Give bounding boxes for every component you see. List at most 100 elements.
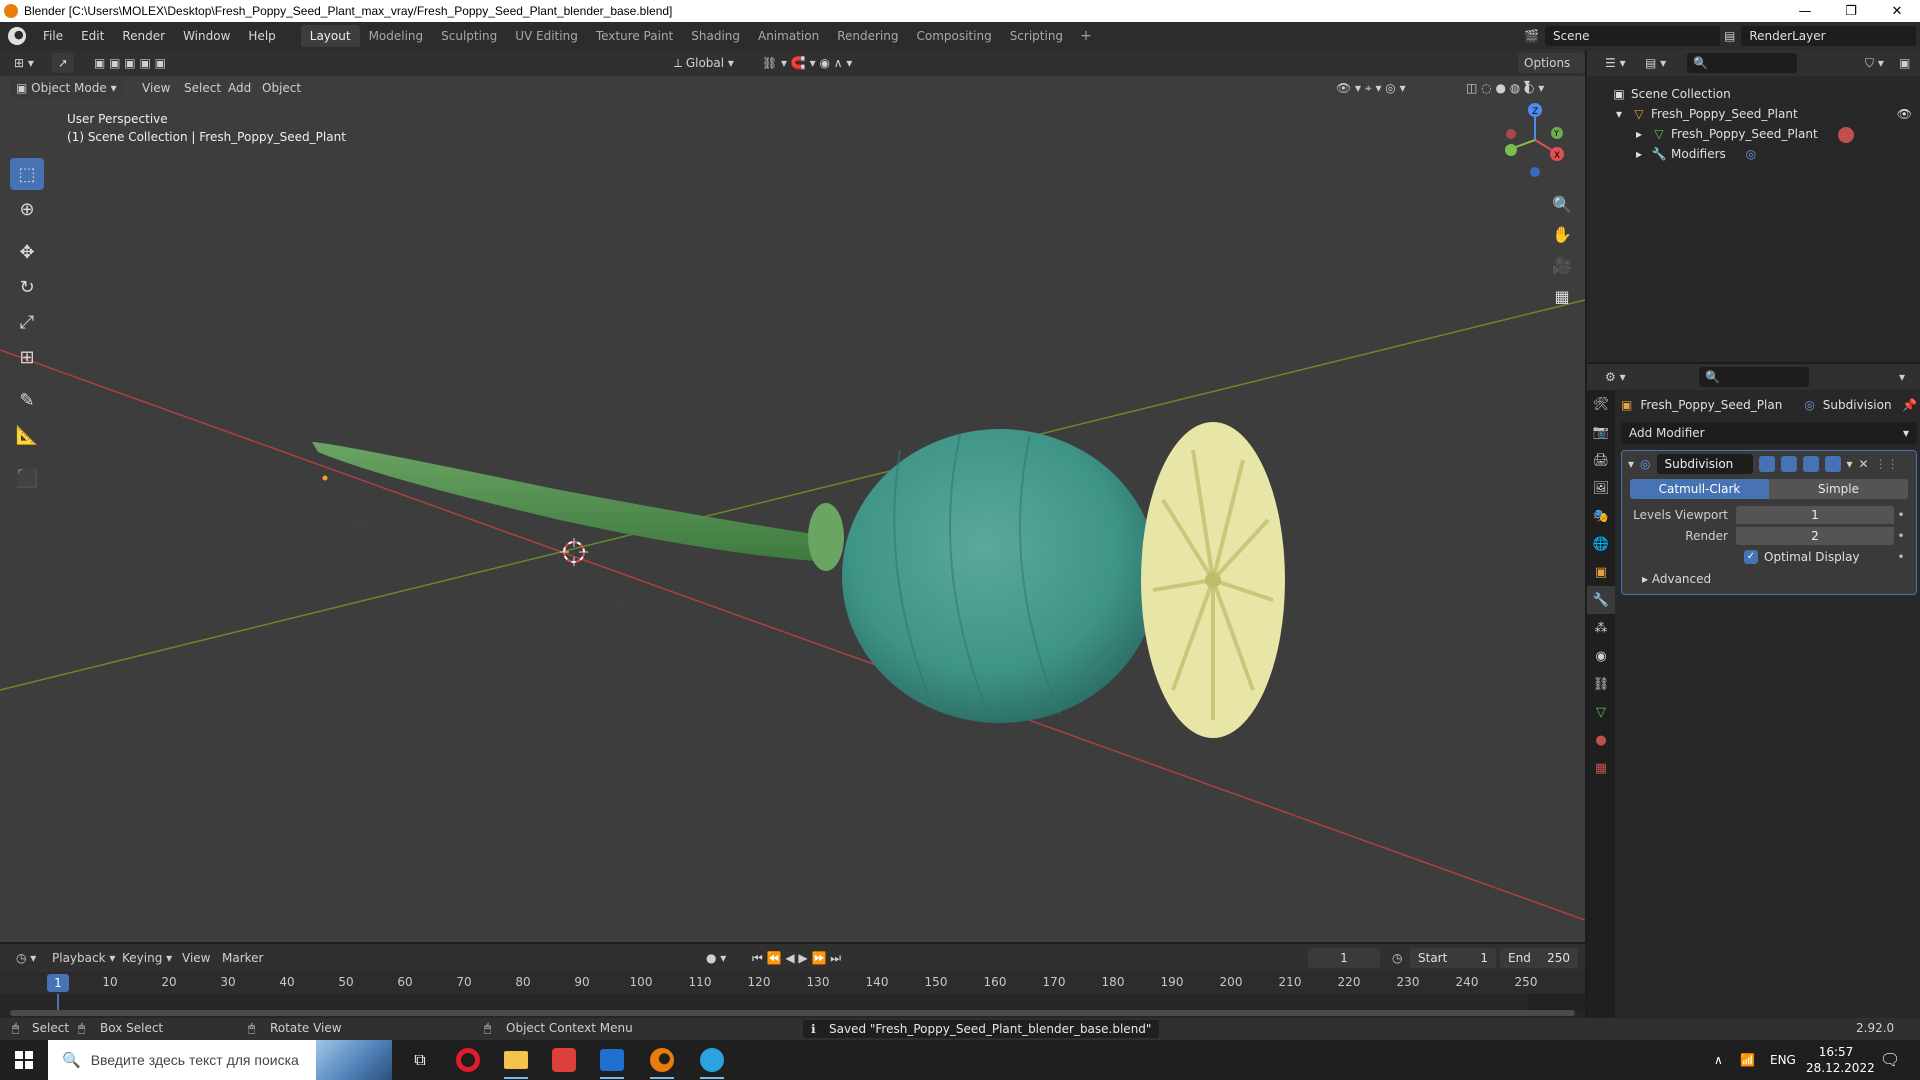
constraints-tab-icon[interactable]: ⛓ (1587, 670, 1615, 698)
shading-mode-icons[interactable]: ◫ ◌ ● ◍ ◐ ▾ (1460, 78, 1550, 98)
advanced-subpanel[interactable]: ▸ Advanced (1622, 568, 1916, 590)
material-tab-icon[interactable]: ● (1587, 726, 1615, 754)
3d-viewport[interactable]: Z Y X User Perspective (1) Scene Collect… (0, 50, 1585, 942)
active-tool-icon[interactable]: ➚ (52, 53, 75, 73)
add-workspace-button[interactable]: + (1072, 28, 1100, 44)
outliner-object-row[interactable]: ▾ ▽ Fresh_Poppy_Seed_Plant 👁 (1587, 104, 1920, 124)
move-tool-icon[interactable]: ✥ (10, 236, 44, 268)
menu-file[interactable]: File (34, 22, 72, 50)
blender-taskbar-icon[interactable] (646, 1044, 678, 1079)
tab-animation[interactable]: Animation (749, 25, 828, 47)
transform-orientation-dropdown[interactable]: ⟂ Global ▾ (668, 53, 740, 73)
camera-view-icon[interactable]: 🎥 (1550, 253, 1574, 277)
taskbar-search-input[interactable]: 🔍 Введите здесь текст для поиска (48, 1040, 392, 1080)
filter-icon[interactable]: ⛉ ▾ (1859, 53, 1890, 73)
start-frame-field[interactable]: Start 1 (1410, 948, 1496, 968)
render-toggle-icon[interactable] (1824, 456, 1841, 472)
network-icon[interactable]: 📶 (1740, 1040, 1755, 1080)
keyframe-dot-icon[interactable]: • (1894, 529, 1908, 543)
eye-visibility-icon[interactable]: 👁 (1897, 104, 1912, 124)
timeline-editor-type-icon[interactable]: ◷ ▾ (10, 948, 42, 968)
add-modifier-dropdown[interactable]: Add Modifier ▾ (1621, 422, 1917, 444)
restore-button[interactable]: ❐ (1828, 0, 1874, 22)
minimize-button[interactable]: — (1782, 0, 1828, 22)
playhead-frame[interactable]: 1 (47, 974, 69, 992)
modifier-name-field[interactable]: Subdivision (1656, 454, 1753, 474)
keying-menu[interactable]: Keying ▾ (116, 948, 178, 968)
output-tab-icon[interactable]: 🖨 (1587, 446, 1615, 474)
keyframe-dot-icon[interactable]: • (1894, 508, 1908, 522)
tab-rendering[interactable]: Rendering (828, 25, 907, 47)
file-explorer-icon[interactable] (500, 1044, 532, 1079)
tab-shading[interactable]: Shading (682, 25, 749, 47)
marker-menu[interactable]: Marker (216, 948, 269, 968)
rotate-tool-icon[interactable]: ↻ (10, 271, 44, 303)
render-layer-field[interactable]: RenderLayer (1741, 26, 1916, 46)
world-tab-icon[interactable]: 🌐 (1587, 530, 1615, 558)
new-collection-icon[interactable]: ▣ (1893, 53, 1916, 73)
pin-icon[interactable]: 📌 (1902, 398, 1917, 412)
drag-handle-icon[interactable]: ⋮⋮ (1875, 457, 1899, 471)
view-layer-tab-icon[interactable]: 🖼 (1587, 474, 1615, 502)
remove-modifier-icon[interactable]: ✕ (1859, 457, 1869, 471)
navigation-gizmo[interactable]: Z Y X (1505, 103, 1564, 177)
tab-scripting[interactable]: Scripting (1001, 25, 1072, 47)
start-button[interactable] (0, 1040, 48, 1080)
subdivision-modifier-icon[interactable]: ◎ (1746, 147, 1756, 161)
tab-sculpting[interactable]: Sculpting (432, 25, 506, 47)
close-window-button[interactable]: ✕ (1874, 0, 1920, 22)
render-levels-field[interactable]: 2 (1736, 527, 1894, 545)
opera-app-icon[interactable] (452, 1044, 484, 1076)
material-icon[interactable] (1837, 126, 1854, 143)
cursor-tool-icon[interactable]: ⊕ (10, 193, 44, 225)
playback-menu[interactable]: Playback ▾ (46, 948, 121, 968)
timeline-scrollbar[interactable] (10, 1010, 1575, 1016)
data-tab-icon[interactable]: ▽ (1587, 698, 1615, 726)
pivot-snap-icons[interactable]: ⛓ ▾ 🧲 ▾ ◉ ∧ ▾ (756, 53, 858, 73)
mode-dropdown[interactable]: ▣ Object Mode ▾ (10, 78, 123, 98)
outliner-modifiers-row[interactable]: ▸ 🔧 Modifiers ◎ (1587, 144, 1920, 164)
keyboard-language[interactable]: ENG (1770, 1040, 1796, 1080)
notifications-icon[interactable]: 🗨 (1880, 1040, 1900, 1080)
texture-tab-icon[interactable]: ▦ (1587, 754, 1615, 782)
properties-options-icon[interactable]: ▾ (1893, 367, 1911, 387)
measure-tool-icon[interactable]: 📐 (10, 419, 44, 451)
menu-window[interactable]: Window (174, 22, 239, 50)
3d-cursor[interactable] (560, 538, 588, 566)
properties-editor-type-icon[interactable]: ⚙ ▾ (1599, 367, 1632, 387)
pan-hand-icon[interactable]: ✋ (1550, 222, 1574, 246)
playback-controls[interactable]: ⏮ ⏪ ◀ ▶ ⏩ ⏭ (746, 948, 847, 968)
expand-arrow-icon[interactable]: ▾ (1611, 104, 1627, 124)
outliner-mesh-row[interactable]: ▸ ▽ Fresh_Poppy_Seed_Plant (1587, 124, 1920, 144)
zoom-icon[interactable]: 🔍 (1550, 192, 1574, 216)
menu-add[interactable]: Add (222, 78, 257, 98)
visibility-icons[interactable]: 👁 ▾ ⌖ ▾ ◎ ▾ (1330, 78, 1412, 98)
viewport-toggle-icon[interactable] (1780, 456, 1797, 472)
end-frame-field[interactable]: End 250 (1500, 948, 1578, 968)
modifier-menu-chevron-icon[interactable]: ▾ (1847, 457, 1853, 471)
transform-tool-icon[interactable]: ⊞ (10, 341, 44, 373)
display-mode-icon[interactable]: ▤ ▾ (1639, 53, 1672, 73)
scene-selector[interactable]: 🎬 Scene (1524, 25, 1720, 47)
record-icon[interactable]: ● ▾ (700, 948, 732, 968)
clock[interactable]: 16:57 28.12.2022 (1806, 1040, 1875, 1080)
menu-edit[interactable]: Edit (72, 22, 113, 50)
select-box-tool-icon[interactable]: ⬚ (10, 158, 44, 190)
outliner-editor-type-icon[interactable]: ☰ ▾ (1599, 53, 1632, 73)
tool-tab-icon[interactable]: 🛠 (1587, 390, 1615, 418)
current-frame-field[interactable]: 1 (1308, 948, 1380, 968)
realtime-toggle-icon[interactable] (1802, 456, 1819, 472)
menu-select[interactable]: Select (178, 78, 227, 98)
perspective-toggle-icon[interactable]: ▦ (1550, 284, 1574, 308)
render-layer-selector[interactable]: ▤ RenderLayer (1724, 25, 1916, 47)
outliner-search-input[interactable]: 🔍 (1687, 53, 1797, 73)
keyframe-dot-icon[interactable]: • (1894, 550, 1908, 564)
render-tab-icon[interactable]: 📷 (1587, 418, 1615, 446)
scene-tab-icon[interactable]: 🎭 (1587, 502, 1615, 530)
anydesk-icon[interactable] (548, 1044, 580, 1076)
modifier-tab-icon[interactable]: 🔧 (1587, 586, 1615, 614)
physics-tab-icon[interactable]: ◉ (1587, 642, 1615, 670)
menu-help[interactable]: Help (239, 22, 284, 50)
scene-name-field[interactable]: Scene (1544, 26, 1720, 46)
blender-logo-icon[interactable] (8, 27, 26, 45)
